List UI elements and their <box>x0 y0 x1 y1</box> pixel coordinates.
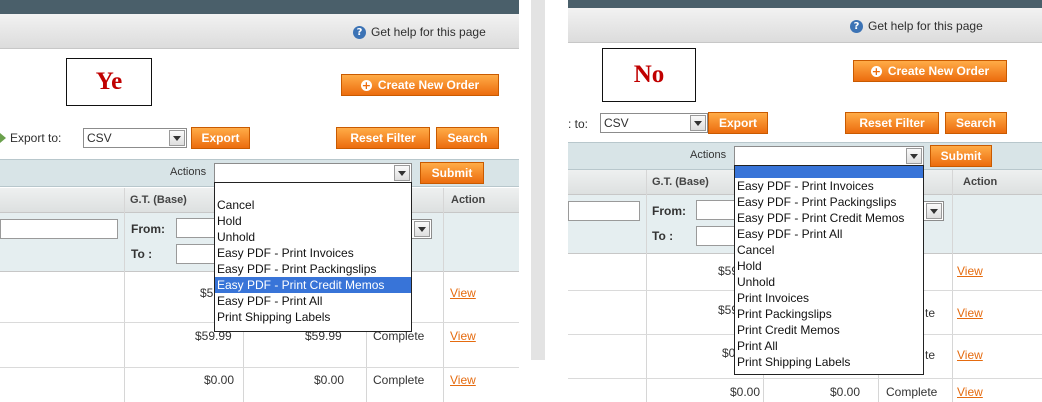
export-arrow-icon <box>0 133 6 143</box>
dropdown-option[interactable]: Hold <box>735 258 923 274</box>
view-link[interactable]: View <box>957 306 983 320</box>
question-icon: ? <box>850 19 863 33</box>
dropdown-option[interactable]: Hold <box>215 213 411 229</box>
chevron-down-icon <box>906 148 922 164</box>
dropdown-option[interactable]: Easy PDF - Print Packingslips <box>735 194 923 210</box>
dropdown-option[interactable]: Print Credit Memos <box>735 322 923 338</box>
export-button[interactable]: Export <box>191 127 250 149</box>
column-gt-base[interactable]: G.T. (Base) <box>130 194 187 206</box>
gt-purchased-cell: $0.00 <box>830 385 861 399</box>
export-format-value: CSV <box>87 131 112 145</box>
status-cell: te <box>925 348 936 362</box>
filter-input[interactable] <box>568 201 640 221</box>
right-panel: ? Get help for this page No + Create New… <box>568 0 1042 402</box>
plus-icon: + <box>870 64 882 78</box>
actions-label: Actions <box>170 166 207 178</box>
to-label: To : <box>131 247 153 261</box>
actions-dropdown-list[interactable]: Cancel Hold Unhold Easy PDF - Print Invoice… <box>214 182 412 332</box>
status-cell: te <box>925 306 936 320</box>
help-link[interactable]: ? Get help for this page <box>353 25 486 39</box>
dropdown-option[interactable]: Easy PDF - Print All <box>735 226 923 242</box>
search-button[interactable]: Search <box>945 112 1007 134</box>
actions-label: Actions <box>690 149 727 161</box>
view-link[interactable]: View <box>957 385 983 399</box>
actions-select[interactable] <box>214 163 412 183</box>
dropdown-option[interactable]: Easy PDF - Print Invoices <box>215 245 411 261</box>
comparison-label: Ye <box>66 58 152 106</box>
gt-base-cell: $0.00 <box>204 373 235 387</box>
reset-filter-button[interactable]: Reset Filter <box>336 127 430 149</box>
from-label: From: <box>652 204 686 218</box>
dropdown-option[interactable]: Unhold <box>215 229 411 245</box>
reset-filter-button[interactable]: Reset Filter <box>845 112 939 134</box>
create-new-order-button[interactable]: + Create New Order <box>341 74 499 96</box>
status-cell: Complete <box>886 385 938 399</box>
export-label: : to: <box>568 117 589 131</box>
dropdown-option[interactable]: Easy PDF - Print Packingslips <box>215 261 411 277</box>
chevron-down-icon <box>690 115 706 131</box>
dropdown-option[interactable]: Cancel <box>215 197 411 213</box>
view-link[interactable]: View <box>450 373 476 387</box>
export-button[interactable]: Export <box>708 112 768 134</box>
dropdown-option-blank[interactable] <box>735 166 923 178</box>
help-text: Get help for this page <box>371 25 486 39</box>
filter-input[interactable] <box>0 219 118 239</box>
to-label: To : <box>652 229 674 243</box>
gt-base-cell: $0.00 <box>730 385 761 399</box>
dropdown-option[interactable]: Print Shipping Labels <box>735 354 923 370</box>
create-new-order-label: Create New Order <box>377 78 480 92</box>
view-link[interactable]: View <box>957 264 983 278</box>
help-bar: ? Get help for this page <box>0 14 519 49</box>
export-format-select[interactable]: CSV <box>600 113 708 133</box>
status-cell: Complete <box>373 373 425 387</box>
gt-purchased-cell: $0.00 <box>314 373 345 387</box>
column-gt-base[interactable]: G.T. (Base) <box>652 176 709 188</box>
export-format-select[interactable]: CSV <box>83 128 187 148</box>
plus-icon: + <box>360 78 372 92</box>
scrollbar[interactable] <box>531 0 545 360</box>
view-link[interactable]: View <box>450 286 476 300</box>
submit-button[interactable]: Submit <box>420 162 484 184</box>
export-format-value: CSV <box>604 116 629 130</box>
help-text: Get help for this page <box>868 19 983 33</box>
dropdown-option[interactable]: Cancel <box>735 242 923 258</box>
from-label: From: <box>131 222 165 236</box>
export-label: Export to: <box>10 131 62 145</box>
chevron-down-icon <box>414 221 430 237</box>
help-link[interactable]: ? Get help for this page <box>850 19 983 33</box>
chevron-down-icon <box>169 130 185 146</box>
chevron-down-icon <box>926 203 942 219</box>
column-action: Action <box>451 194 486 206</box>
left-panel: ? Get help for this page Ye + Create New… <box>0 0 519 402</box>
help-bar: ? Get help for this page <box>568 8 1042 43</box>
dropdown-option[interactable]: Unhold <box>735 274 923 290</box>
actions-dropdown-list[interactable]: Easy PDF - Print Invoices Easy PDF - Prin… <box>734 165 924 375</box>
question-icon: ? <box>353 25 366 39</box>
dropdown-option[interactable]: Easy PDF - Print Credit Memos <box>215 277 411 293</box>
panel-divider <box>519 0 568 402</box>
submit-button[interactable]: Submit <box>930 145 992 167</box>
comparison-label: No <box>602 48 696 102</box>
dropdown-option[interactable]: Print Invoices <box>735 290 923 306</box>
dropdown-option[interactable]: Print Packingslips <box>735 306 923 322</box>
create-new-order-label: Create New Order <box>887 64 990 78</box>
column-action: Action <box>963 176 998 188</box>
create-new-order-button[interactable]: + Create New Order <box>853 60 1007 82</box>
view-link[interactable]: View <box>450 329 476 343</box>
actions-select[interactable] <box>734 146 924 166</box>
chevron-down-icon <box>394 165 410 181</box>
dropdown-option[interactable]: Easy PDF - Print Invoices <box>735 178 923 194</box>
search-button[interactable]: Search <box>436 127 499 149</box>
dropdown-option[interactable]: Print Shipping Labels <box>215 309 411 325</box>
dropdown-option[interactable]: Print All <box>735 338 923 354</box>
dropdown-option[interactable]: Easy PDF - Print Credit Memos <box>735 210 923 226</box>
dropdown-option[interactable]: Easy PDF - Print All <box>215 293 411 309</box>
view-link[interactable]: View <box>957 348 983 362</box>
